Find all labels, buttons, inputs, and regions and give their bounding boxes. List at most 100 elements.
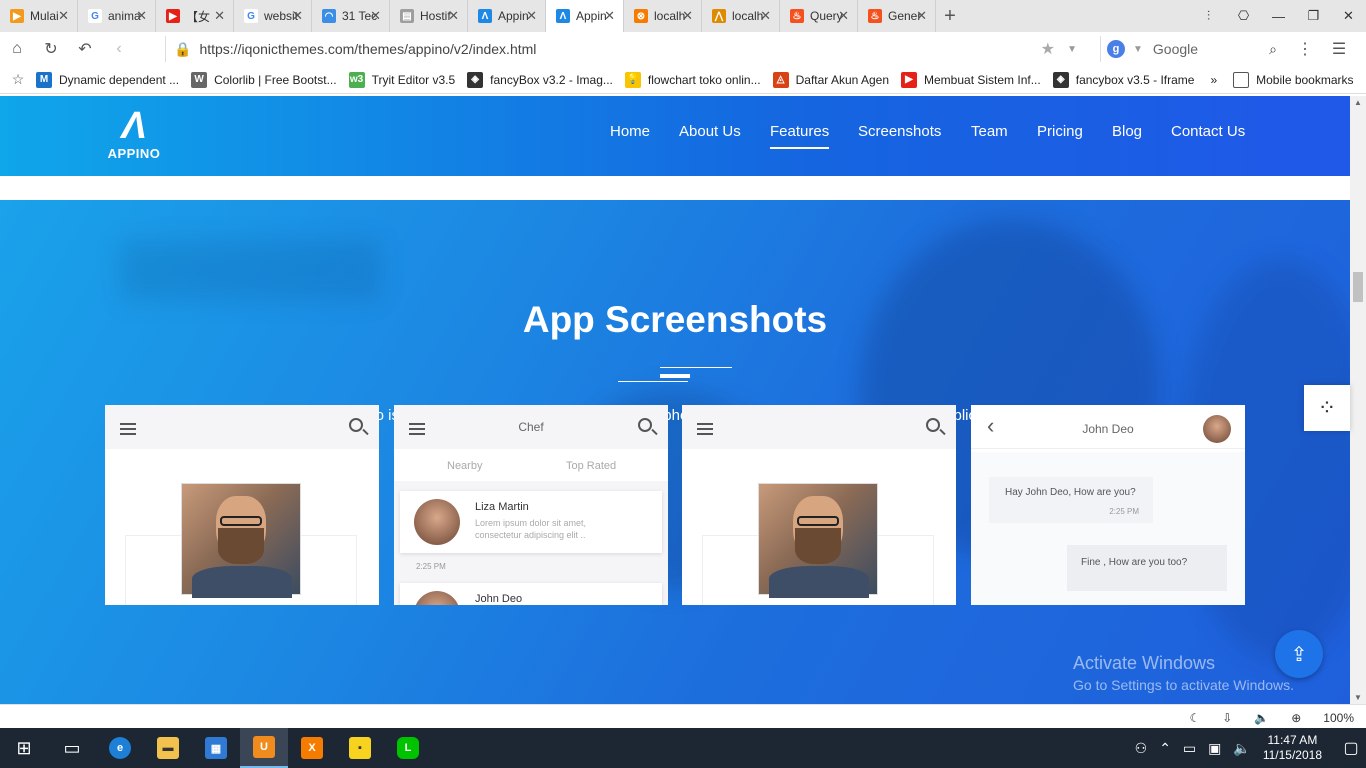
close-icon[interactable]: ✕ bbox=[838, 8, 849, 24]
nav-home[interactable]: Home bbox=[610, 123, 650, 140]
browser-tab[interactable]: Λ Appin ✕ bbox=[546, 0, 624, 32]
mobile-bookmarks[interactable]: Mobile bookmarks bbox=[1233, 71, 1354, 88]
store-icon[interactable]: ▦ bbox=[192, 728, 240, 768]
browser-tab[interactable]: Gwebsit ✕ bbox=[234, 0, 312, 32]
sticky-notes-icon[interactable]: ▪ bbox=[336, 728, 384, 768]
browser-tab[interactable]: Ganima ✕ bbox=[78, 0, 156, 32]
reload-icon[interactable]: ↻ bbox=[34, 32, 68, 66]
people-icon[interactable]: ⚇ bbox=[1135, 740, 1148, 757]
search-box[interactable]: g ▼ Google ⌕ bbox=[1100, 36, 1285, 62]
browser-tab[interactable]: ⊗ localh ✕ bbox=[624, 0, 702, 32]
close-icon[interactable]: ✕ bbox=[370, 8, 381, 24]
close-icon[interactable]: ✕ bbox=[604, 8, 615, 24]
theme-icon[interactable]: ⎔ bbox=[1226, 0, 1261, 32]
xampp-icon[interactable]: X bbox=[288, 728, 336, 768]
site-logo[interactable]: Λ APPINO bbox=[105, 106, 163, 168]
close-icon[interactable]: ✕ bbox=[682, 8, 693, 24]
uc-browser-icon[interactable]: U bbox=[240, 728, 288, 768]
close-icon[interactable]: ✕ bbox=[526, 8, 537, 24]
bookmark-item[interactable]: w3 Tryit Editor v3.5 bbox=[348, 71, 455, 88]
close-icon[interactable]: ✕ bbox=[58, 8, 69, 24]
loading-spinner-icon[interactable]: ⁘ bbox=[1304, 385, 1350, 431]
browser-tab[interactable]: ♨ Query ✕ bbox=[780, 0, 858, 32]
bookmark-item[interactable]: M Dynamic dependent ... bbox=[36, 71, 180, 88]
close-icon[interactable]: ✕ bbox=[916, 8, 927, 24]
close-icon[interactable]: ✕ bbox=[214, 8, 225, 24]
nav-blog[interactable]: Blog bbox=[1112, 123, 1142, 140]
close-window-icon[interactable]: ✕ bbox=[1331, 0, 1366, 32]
download-icon[interactable]: ⇩ bbox=[1222, 711, 1232, 725]
notification-icon[interactable]: ▢ bbox=[1336, 738, 1366, 758]
close-icon[interactable]: ✕ bbox=[760, 8, 771, 24]
nav-about-us[interactable]: About Us bbox=[679, 123, 741, 140]
nav-screenshots[interactable]: Screenshots bbox=[858, 123, 941, 140]
browser-tab[interactable]: ▶ 【女 ✕ bbox=[156, 0, 234, 32]
bookmarks-more[interactable]: » bbox=[1210, 73, 1217, 87]
zoom-level[interactable]: 100% bbox=[1323, 711, 1354, 725]
bookmark-item[interactable]: ◬ Daftar Akun Agen bbox=[772, 71, 889, 88]
undo-icon[interactable]: ↶ bbox=[68, 32, 102, 66]
back-icon[interactable]: ‹ bbox=[102, 32, 136, 66]
browser-tab[interactable]: ⋀ localh ✕ bbox=[702, 0, 780, 32]
hamburger-icon bbox=[697, 423, 713, 435]
speaker-icon[interactable]: 🔈 bbox=[1233, 740, 1250, 757]
side-panel-icon[interactable]: ⫶ bbox=[1191, 0, 1226, 32]
browser-tab[interactable]: ▶ Mulai ✕ bbox=[0, 0, 78, 32]
browser-tab[interactable]: ▤ Hostif ✕ bbox=[390, 0, 468, 32]
close-icon[interactable]: ✕ bbox=[136, 8, 147, 24]
minimize-icon[interactable]: — bbox=[1261, 0, 1296, 32]
url-dropdown-icon[interactable]: ▼ bbox=[1067, 44, 1077, 55]
chevron-down-icon[interactable]: ▼ bbox=[1133, 44, 1143, 55]
bookmark-item[interactable]: ▶ Membuat Sistem Inf... bbox=[901, 71, 1041, 88]
battery-icon[interactable]: ▭ bbox=[1183, 740, 1196, 757]
mobile-icon bbox=[1233, 71, 1250, 88]
screenshot-card[interactable]: Chef Nearby Top Rated Liza Martin Lorem … bbox=[394, 405, 668, 605]
home-icon[interactable]: ⌂ bbox=[0, 32, 34, 66]
bookmark-item[interactable]: ◈ fancyBox v3.2 - Imag... bbox=[467, 71, 613, 88]
search-icon[interactable]: ⌕ bbox=[1269, 41, 1277, 58]
chevron-up-icon[interactable]: ⌃ bbox=[1159, 740, 1171, 757]
browser-tab[interactable]: Λ Appin ✕ bbox=[468, 0, 546, 32]
night-mode-icon[interactable]: ☾ bbox=[1189, 711, 1200, 725]
maximize-icon[interactable]: ❐ bbox=[1296, 0, 1331, 32]
task-view-icon[interactable]: ▭ bbox=[48, 728, 96, 768]
network-icon[interactable]: ▣ bbox=[1208, 740, 1221, 757]
nav-features[interactable]: Features bbox=[770, 123, 830, 149]
scroll-down-icon[interactable]: ▼ bbox=[1354, 693, 1362, 702]
zoom-icon[interactable]: ⊕ bbox=[1291, 711, 1301, 725]
file-explorer-icon[interactable]: ▬ bbox=[144, 728, 192, 768]
item-text: Lorem ipsum dolor sit amet, bbox=[475, 518, 587, 528]
clock[interactable]: 11:47 AM 11/15/2018 bbox=[1263, 733, 1322, 763]
new-tab-icon[interactable]: + bbox=[936, 0, 964, 32]
edge-icon[interactable]: e bbox=[96, 728, 144, 768]
page-scrollbar[interactable]: ▲ ▼ bbox=[1350, 96, 1366, 704]
url-text[interactable]: https://iqonicthemes.com/themes/appino/v… bbox=[199, 41, 536, 57]
close-icon[interactable]: ✕ bbox=[448, 8, 459, 24]
star-icon[interactable]: ★ bbox=[1041, 39, 1055, 59]
nav-team[interactable]: Team bbox=[971, 123, 1008, 140]
browser-tab[interactable]: ◠ 31 Tec ✕ bbox=[312, 0, 390, 32]
star-outline-icon[interactable]: ☆ bbox=[0, 71, 36, 88]
url-bar[interactable]: 🔒 https://iqonicthemes.com/themes/appino… bbox=[165, 36, 1095, 62]
browser-tab[interactable]: ♨ Gener ✕ bbox=[858, 0, 936, 32]
item-name: Liza Martin bbox=[475, 501, 529, 513]
close-icon[interactable]: ✕ bbox=[292, 8, 303, 24]
line-icon[interactable]: L bbox=[384, 728, 432, 768]
bookmark-label: Dynamic dependent ... bbox=[59, 72, 180, 87]
avatar bbox=[414, 591, 460, 605]
screenshot-card[interactable] bbox=[682, 405, 956, 605]
volume-icon[interactable]: 🔈 bbox=[1254, 711, 1269, 725]
bookmark-item[interactable]: 💡 flowchart toko onlin... bbox=[624, 71, 761, 88]
windows-start-icon[interactable]: ⊞ bbox=[0, 728, 48, 768]
menu-icon[interactable]: ☰ bbox=[1322, 39, 1356, 59]
bookmark-item[interactable]: W Colorlib | Free Bootst... bbox=[191, 71, 337, 88]
more-icon[interactable]: ⋮ bbox=[1288, 39, 1322, 59]
screenshot-card[interactable] bbox=[105, 405, 379, 605]
scrollbar-thumb[interactable] bbox=[1353, 272, 1363, 302]
phone-title: Chef bbox=[518, 420, 544, 434]
scroll-up-icon[interactable]: ▲ bbox=[1354, 98, 1362, 107]
bookmark-item[interactable]: ◈ fancybox v3.5 - Iframe bbox=[1052, 71, 1194, 88]
nav-contact-us[interactable]: Contact Us bbox=[1171, 123, 1245, 140]
screenshot-card[interactable]: ‹ John Deo Hay John Deo, How are you? 2:… bbox=[971, 405, 1245, 605]
nav-pricing[interactable]: Pricing bbox=[1037, 123, 1083, 140]
